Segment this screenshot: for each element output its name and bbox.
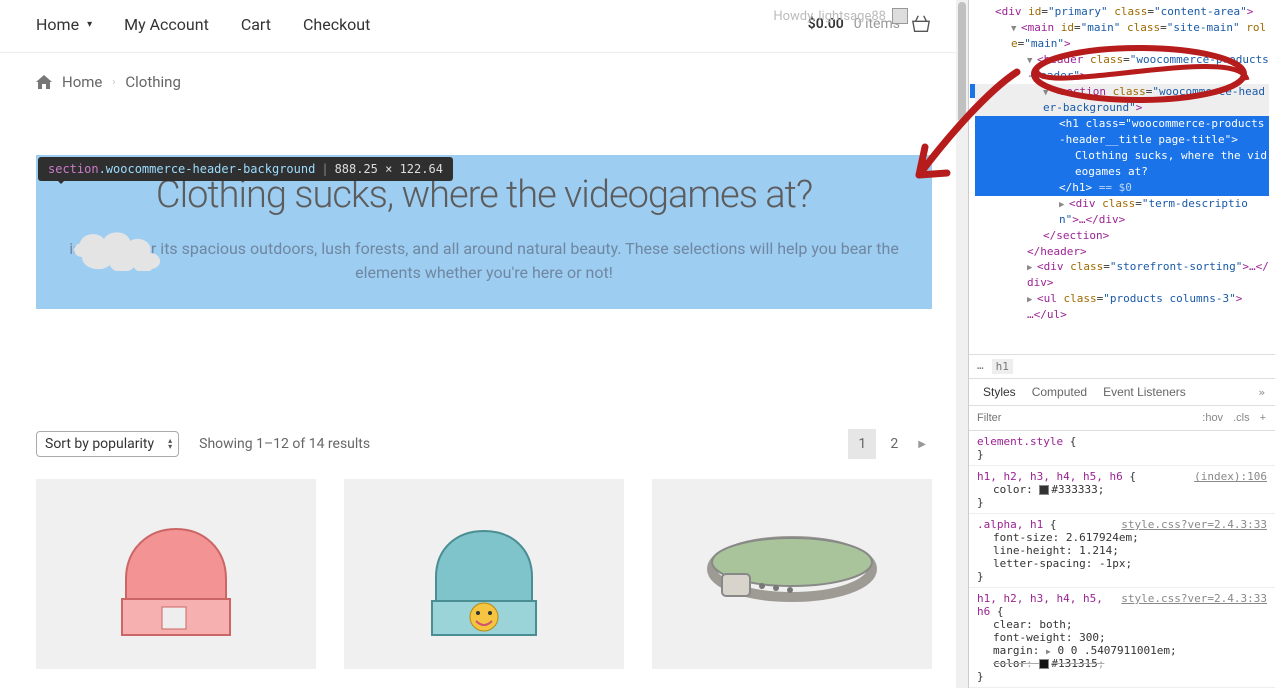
tooltip-dimensions: 888.25 × 122.64 (335, 162, 443, 176)
product-grid (0, 479, 968, 669)
page-2[interactable]: 2 (880, 429, 908, 459)
pagination: 1 2 ▶ (848, 429, 932, 459)
dom-node[interactable]: ▶<div class="term-description">…</div> (975, 196, 1269, 228)
elements-tree[interactable]: <div id="primary" class="content-area"> … (969, 0, 1275, 354)
nav-links: Home▾ My Account Cart Checkout (36, 15, 370, 34)
orderby-select[interactable]: Sort by popularity ▴▾ (36, 431, 179, 457)
rule-source-link[interactable]: style.css?ver=2.4.3:33 (1121, 518, 1267, 531)
next-page-icon[interactable]: ▶ (912, 439, 932, 450)
css-rule[interactable]: style.css?ver=2.4.3:33 h1, h2, h3, h4, h… (969, 588, 1275, 688)
tabs-more-icon[interactable]: » (1254, 382, 1269, 403)
rule-source-link[interactable]: (index):106 (1194, 470, 1267, 483)
breadcrumb: Home › Clothing (0, 53, 968, 111)
beanie-teal-icon (414, 499, 554, 649)
dom-node[interactable]: …</ul> (975, 307, 1269, 323)
styles-filter-row: :hov .cls + (969, 406, 1275, 431)
css-rule[interactable]: style.css?ver=2.4.3:33 .alpha, h1 { font… (969, 514, 1275, 588)
tab-event-listeners[interactable]: Event Listeners (1095, 379, 1194, 405)
basket-icon (910, 14, 932, 34)
breadcrumb-trail[interactable]: … h1 (969, 354, 1275, 378)
chevron-down-icon: ▾ (87, 19, 92, 30)
css-rule[interactable]: (index):106 h1, h2, h3, h4, h5, h6 { col… (969, 466, 1275, 514)
hov-toggle[interactable]: :hov (1199, 410, 1226, 426)
rule-source-link[interactable]: style.css?ver=2.4.3:33 (1121, 592, 1267, 605)
dom-node[interactable]: ▼<main id="main" class="site-main" role=… (975, 20, 1269, 52)
cls-toggle[interactable]: .cls (1230, 410, 1253, 426)
nav-checkout[interactable]: Checkout (303, 15, 370, 34)
tooltip-class: .woocommerce-header-background (99, 162, 316, 176)
inspector-tooltip: section.woocommerce-header-background|88… (38, 157, 453, 181)
breadcrumb-home[interactable]: Home (62, 73, 102, 91)
tab-styles[interactable]: Styles (975, 379, 1024, 405)
cloud-smudge-icon (72, 227, 232, 271)
nav-cart[interactable]: Cart (241, 15, 271, 34)
beanie-pink-icon (106, 499, 246, 649)
product-card[interactable] (344, 479, 624, 669)
result-count: Showing 1–12 of 14 results (199, 436, 370, 452)
term-description: is known for its spacious outdoors, lush… (66, 237, 902, 285)
product-card[interactable] (652, 479, 932, 669)
devtools-panel: <div id="primary" class="content-area"> … (968, 0, 1275, 688)
tab-computed[interactable]: Computed (1024, 379, 1095, 405)
dom-highlight-block[interactable]: <h1 class="woocommerce-products-header__… (975, 116, 1269, 196)
howdy-text: Howdy, lightsage88 (773, 9, 886, 24)
storefront-sorting: Sort by popularity ▴▾ Showing 1–12 of 14… (36, 429, 932, 459)
product-card[interactable] (36, 479, 316, 669)
page-scrollbar[interactable] (956, 0, 968, 688)
breadcrumb-current: Clothing (125, 73, 181, 91)
css-rule[interactable]: element.style { } (969, 431, 1275, 466)
nav-my-account[interactable]: My Account (124, 15, 209, 34)
select-arrows-icon: ▴▾ (168, 438, 172, 450)
belt-icon (702, 514, 882, 634)
styles-filter-input[interactable] (969, 406, 1193, 430)
styles-pane[interactable]: element.style { } (index):106 h1, h2, h3… (969, 431, 1275, 688)
new-rule-button[interactable]: + (1257, 410, 1269, 426)
dom-node[interactable]: </section> (975, 228, 1269, 244)
crumb-ellipsis[interactable]: … (977, 359, 984, 374)
dom-node[interactable]: ▶<ul class="products columns-3"> (975, 291, 1269, 307)
breadcrumb-separator-icon: › (112, 77, 115, 88)
crumb-current[interactable]: h1 (992, 359, 1013, 374)
nav-home[interactable]: Home▾ (36, 15, 92, 34)
styles-tabs: Styles Computed Event Listeners » (969, 378, 1275, 406)
dom-node[interactable]: ▶<div class="storefront-sorting">…</div> (975, 259, 1269, 291)
admin-bar-greeting[interactable]: Howdy, lightsage88 (773, 8, 908, 24)
dom-node-selected-section[interactable]: ▼<section class="woocommerce-header-back… (975, 84, 1269, 116)
page-content: Howdy, lightsage88 Home▾ My Account Cart… (0, 0, 968, 688)
user-avatar-icon (892, 8, 908, 24)
home-icon (36, 75, 52, 89)
dom-node[interactable]: <div id="primary" class="content-area"> (975, 4, 1269, 20)
dom-node[interactable]: </header> (975, 244, 1269, 260)
dom-node[interactable]: ▼<header class="woocommerce-products-hea… (975, 52, 1269, 84)
tooltip-tag: section (48, 162, 99, 176)
page-1[interactable]: 1 (848, 429, 876, 459)
